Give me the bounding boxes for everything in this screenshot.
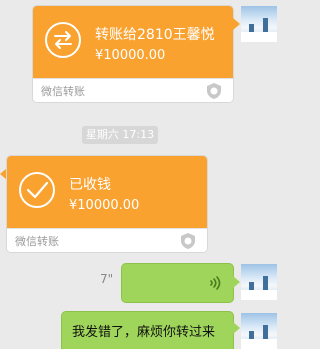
avatar[interactable] bbox=[241, 6, 277, 42]
shield-icon bbox=[207, 82, 221, 99]
checkmark-icon bbox=[19, 172, 55, 208]
transfer-sent-amount: ¥10000.00 bbox=[95, 48, 166, 63]
voice-wave-icon bbox=[210, 276, 221, 290]
transfer-arrows-icon bbox=[45, 22, 81, 58]
voice-message-bubble[interactable] bbox=[122, 264, 233, 302]
transfer-received-tail bbox=[0, 168, 7, 180]
text-bubble-tail bbox=[233, 322, 240, 334]
transfer-sent-title: 转账给2810王馨悦 bbox=[95, 27, 215, 43]
avatar[interactable] bbox=[241, 264, 277, 300]
transfer-received-amount: ¥10000.00 bbox=[69, 198, 140, 213]
shield-icon bbox=[181, 232, 195, 249]
transfer-sent-tail bbox=[233, 18, 240, 30]
transfer-received-footer: 微信转账 bbox=[7, 228, 207, 252]
timestamp: 星期六 17:13 bbox=[82, 126, 158, 144]
avatar[interactable] bbox=[241, 313, 277, 349]
transfer-received-card[interactable]: 已收钱 ¥10000.00 微信转账 bbox=[7, 156, 207, 252]
voice-bubble-tail bbox=[233, 276, 240, 288]
transfer-sent-card[interactable]: 转账给2810王馨悦 ¥10000.00 微信转账 bbox=[33, 6, 233, 102]
wechat-transfer-label: 微信转账 bbox=[15, 234, 59, 248]
text-message-bubble[interactable]: 我发错了，麻烦你转过来 bbox=[62, 312, 233, 349]
voice-duration: 7" bbox=[100, 272, 114, 286]
text-message-content: 我发错了，麻烦你转过来 bbox=[72, 325, 216, 340]
transfer-sent-footer: 微信转账 bbox=[33, 78, 233, 102]
transfer-received-title: 已收钱 bbox=[69, 177, 111, 193]
wechat-transfer-label: 微信转账 bbox=[41, 84, 85, 98]
